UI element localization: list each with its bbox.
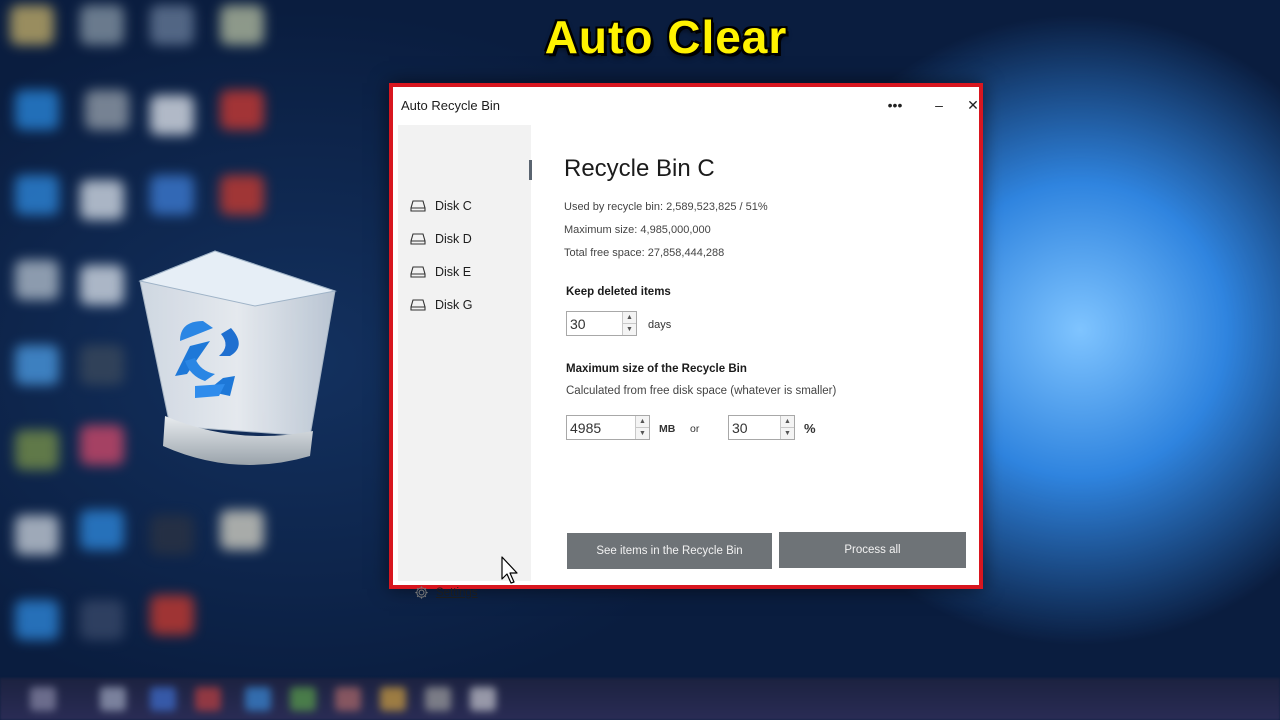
increment-arrow-icon[interactable]: ▲	[623, 312, 636, 323]
desktop-icon	[150, 175, 194, 215]
increment-arrow-icon[interactable]: ▲	[636, 416, 649, 427]
mouse-cursor-icon	[501, 556, 518, 584]
desktop-icon	[15, 90, 59, 130]
desktop-icon	[80, 600, 124, 640]
decrement-arrow-icon[interactable]: ▼	[781, 427, 794, 439]
taskbar-item[interactable]	[470, 687, 496, 711]
taskbar-item[interactable]	[380, 687, 406, 711]
desktop-icon	[80, 265, 124, 305]
desktop-icon	[15, 175, 59, 215]
sidebar-item-disk-d[interactable]: Disk D	[410, 227, 525, 251]
desktop-icon	[220, 90, 264, 130]
taskbar-item[interactable]	[335, 687, 361, 711]
decrement-arrow-icon[interactable]: ▼	[623, 323, 636, 335]
taskbar-item[interactable]	[245, 687, 271, 711]
desktop-icon	[150, 595, 194, 635]
max-size-subtitle: Calculated from free disk space (whateve…	[566, 385, 837, 397]
page-title: Recycle Bin C	[564, 155, 715, 182]
keep-days-stepper[interactable]: ▲ ▼	[566, 311, 637, 336]
desktop-icon	[15, 260, 59, 300]
drive-icon	[410, 299, 426, 311]
sidebar-item-label: Disk C	[435, 199, 472, 213]
recycle-bin-illustration-icon	[135, 246, 340, 476]
desktop-icon	[150, 515, 194, 555]
desktop-icon	[15, 430, 59, 470]
sidebar-item-label: Disk E	[435, 265, 472, 279]
sidebar-item-disk-g[interactable]: Disk G	[410, 293, 525, 317]
decrement-arrow-icon[interactable]: ▼	[636, 427, 649, 439]
days-unit-label: days	[648, 319, 672, 331]
sidebar-item-disk-e[interactable]: Disk E	[410, 260, 525, 284]
max-size-stat: Maximum size: 4,985,000,000	[564, 224, 711, 236]
desktop-icon	[80, 510, 124, 550]
desktop-icon	[220, 175, 264, 215]
settings-link[interactable]: Settings	[414, 585, 478, 600]
desktop-icon	[150, 95, 194, 135]
desktop-icon	[85, 90, 129, 130]
drive-icon	[410, 266, 426, 278]
desktop-icon	[80, 425, 124, 465]
max-size-percent-input[interactable]	[729, 416, 780, 439]
drive-icon	[410, 233, 426, 245]
used-stat: Used by recycle bin: 2,589,523,825 / 51%	[564, 201, 768, 213]
gear-icon	[415, 586, 428, 599]
settings-label: Settings	[436, 586, 478, 599]
process-all-button[interactable]: Process all	[779, 532, 966, 568]
sidebar-item-label: Disk D	[435, 232, 472, 246]
taskbar	[0, 678, 1280, 720]
taskbar-item[interactable]	[30, 687, 56, 711]
desktop-icon	[220, 510, 264, 550]
desktop-icon	[15, 515, 59, 555]
percent-unit-label: %	[804, 421, 816, 436]
taskbar-item[interactable]	[290, 687, 316, 711]
desktop-icon	[80, 345, 124, 385]
max-size-percent-stepper[interactable]: ▲ ▼	[728, 415, 795, 440]
mb-spin-buttons[interactable]: ▲ ▼	[635, 416, 649, 439]
mb-unit-label: MB	[659, 423, 676, 435]
keep-deleted-heading: Keep deleted items	[566, 286, 671, 298]
desktop-icon	[15, 345, 59, 385]
see-items-button[interactable]: See items in the Recycle Bin	[567, 533, 772, 569]
max-size-heading: Maximum size of the Recycle Bin	[566, 363, 747, 375]
app-window: Auto Recycle Bin ••• – ✕ Disk C Disk D D…	[389, 83, 983, 599]
minimize-icon[interactable]: –	[924, 91, 954, 119]
keep-days-input[interactable]	[567, 312, 622, 335]
max-size-mb-input[interactable]	[567, 416, 635, 439]
increment-arrow-icon[interactable]: ▲	[781, 416, 794, 427]
free-space-stat: Total free space: 27,858,444,288	[564, 247, 725, 259]
drive-icon	[410, 200, 426, 212]
taskbar-item[interactable]	[100, 687, 126, 711]
sidebar: Disk C Disk D Disk E Disk G Settings	[398, 125, 531, 599]
sidebar-item-disk-c[interactable]: Disk C	[410, 194, 525, 218]
desktop-icon	[15, 600, 59, 640]
or-label: or	[690, 423, 700, 435]
max-size-mb-stepper[interactable]: ▲ ▼	[566, 415, 650, 440]
main-content: Recycle Bin C Used by recycle bin: 2,589…	[531, 125, 979, 585]
close-icon[interactable]: ✕	[966, 91, 980, 119]
keep-days-spin-buttons[interactable]: ▲ ▼	[622, 312, 636, 335]
percent-spin-buttons[interactable]: ▲ ▼	[780, 416, 794, 439]
window-title: Auto Recycle Bin	[401, 98, 500, 113]
desktop-icon	[80, 180, 124, 220]
more-dots-icon[interactable]: •••	[880, 91, 910, 119]
taskbar-item[interactable]	[195, 687, 221, 711]
sidebar-item-label: Disk G	[435, 298, 473, 312]
title-bar[interactable]: Auto Recycle Bin ••• – ✕	[393, 87, 979, 125]
headline-title: Auto Clear	[544, 11, 788, 63]
taskbar-item[interactable]	[425, 687, 451, 711]
taskbar-item[interactable]	[150, 687, 176, 711]
